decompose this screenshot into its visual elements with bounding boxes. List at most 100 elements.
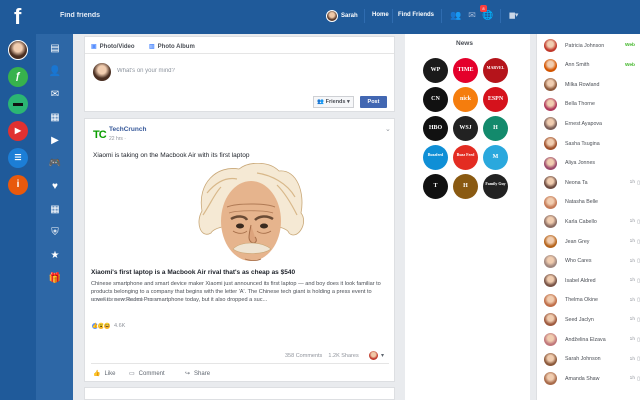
avatar: [93, 63, 111, 81]
video-icon[interactable]: ▶: [48, 134, 62, 148]
chat-contact[interactable]: Ernest Ayapova: [537, 114, 640, 133]
top-bar: f Sarah Home Find Friends 👥 ✉ 🌐 8 ▆▾: [0, 0, 640, 34]
engagement-counts: 358 Comments 1.2K Shares: [285, 353, 359, 359]
post-text: Xiaomi is taking on the Macbook Air with…: [93, 152, 250, 159]
chat-contact[interactable]: Patricia Johnson Web: [537, 36, 640, 55]
presence-status: 1h: [629, 180, 635, 186]
chat-contact[interactable]: Karla Cabello 1h ▯: [537, 212, 640, 231]
avatar: [544, 352, 557, 366]
presence-status: 1h: [629, 376, 635, 382]
messages-icon[interactable]: ✉: [466, 10, 478, 21]
home-link[interactable]: Home: [372, 12, 389, 18]
star-icon[interactable]: ★: [48, 249, 62, 263]
avatar[interactable]: [369, 351, 378, 360]
share-button[interactable]: ↪ Share: [185, 370, 211, 378]
chat-contact[interactable]: Thelma Okine 1h ▯: [537, 291, 640, 310]
share-label: Share: [194, 370, 211, 377]
chat-contact[interactable]: Sarah Johnson 1h ▯: [537, 350, 640, 369]
avatar: [544, 78, 557, 92]
chat-contact[interactable]: Bella Thorne: [537, 95, 640, 114]
news-source-logo[interactable]: ESPN: [483, 87, 508, 112]
link-preview-image[interactable]: Xiaomi's first laptop is a Macbook Air r…: [85, 163, 394, 303]
chat-contact[interactable]: Ann Smith Web: [537, 56, 640, 75]
post-options-chevron-icon[interactable]: ⌄: [385, 125, 391, 133]
haha-reaction-icon: 😆: [103, 322, 111, 330]
news-source-logo[interactable]: TIME: [453, 58, 478, 83]
chat-contact[interactable]: Aliya Jonnes: [537, 154, 640, 173]
profile-link[interactable]: Sarah: [326, 9, 358, 23]
link-domain: SOCIAL.TECHCRUNCH.COM: [91, 297, 159, 302]
share-count[interactable]: 1.2K Shares: [328, 353, 358, 359]
chat-contact[interactable]: Who Cares 1h ▯: [537, 252, 640, 271]
news-source-logo[interactable]: Buzz Feed: [453, 145, 478, 170]
find-friends-link[interactable]: Find Friends: [398, 12, 434, 18]
tab-label: Photo/Video: [99, 43, 135, 50]
news-feed-icon[interactable]: ▤: [48, 42, 62, 56]
album-icon: ▥: [149, 44, 155, 50]
comment-icon: ▭: [129, 371, 135, 377]
favorites-icon[interactable]: ♥: [48, 180, 62, 194]
news-source-logo[interactable]: WSJ: [453, 116, 478, 141]
news-source-logo[interactable]: H: [453, 174, 478, 199]
chat-contact[interactable]: Amanda Shaw 1h ▯: [537, 369, 640, 388]
chat-contact[interactable]: Natasha Belle: [537, 193, 640, 212]
feed-post: TC TechCrunch 22 hrs · ⌄ Xiaomi is takin…: [84, 118, 395, 382]
chat-contact[interactable]: Andželina Elzava 1h ▯: [537, 330, 640, 349]
post-author[interactable]: TechCrunch: [109, 126, 146, 133]
presence-status: 1h: [629, 317, 635, 323]
facebook-logo[interactable]: f: [14, 2, 40, 32]
calendar-icon[interactable]: ▦: [48, 203, 62, 217]
tab-photo-video[interactable]: ▣ Photo/Video: [91, 43, 135, 51]
post-button[interactable]: Post: [360, 96, 387, 108]
comment-count[interactable]: 358 Comments: [285, 353, 322, 359]
friend-requests-icon[interactable]: 👥: [450, 10, 462, 21]
reaction-count: 4.6K: [114, 323, 126, 329]
chat-contact[interactable]: Neona Ta 1h ▯: [537, 173, 640, 192]
tab-photo-album[interactable]: ▥ Photo Album: [149, 43, 195, 51]
news-source-logo[interactable]: nick: [453, 87, 478, 112]
chevron-down-icon[interactable]: ▾: [381, 352, 384, 359]
link-title[interactable]: Xiaomi's first laptop is a Macbook Air r…: [91, 269, 295, 276]
avatar: [544, 372, 557, 386]
chat-contact[interactable]: Sasha Tsugina: [537, 134, 640, 153]
profile-avatar-button[interactable]: [8, 40, 28, 60]
like-button[interactable]: 👍 Like: [93, 370, 116, 378]
avatar: [544, 137, 557, 150]
chat-contact[interactable]: Milka Rowland: [537, 75, 640, 94]
reaction-summary[interactable]: 👍 😮 😆 4.6K: [91, 321, 125, 331]
news-source-logo[interactable]: M: [483, 145, 508, 170]
news-source-logo[interactable]: WP: [423, 58, 448, 83]
post-timestamp[interactable]: 22 hrs ·: [109, 136, 126, 142]
comment-button[interactable]: ▭ Comment: [129, 370, 165, 378]
search-input[interactable]: [54, 8, 284, 24]
news-source-logo[interactable]: CN: [423, 87, 448, 112]
divider: [500, 9, 501, 23]
shield-icon[interactable]: ⛨: [48, 226, 62, 240]
audience-selector[interactable]: 👥 Friends ▾: [313, 96, 354, 108]
chat-contact[interactable]: Seed Jaclyn 1h ▯: [537, 310, 640, 329]
news-source-logo[interactable]: HBO: [423, 116, 448, 141]
news-source-logo[interactable]: MARVEL: [483, 58, 508, 83]
photos-icon[interactable]: ▦: [48, 111, 62, 125]
youtube-play-icon[interactable]: ▶: [8, 121, 28, 141]
settings-menu-icon[interactable]: ▆▾: [508, 10, 520, 21]
like-label: Like: [104, 370, 116, 377]
friends-icon: 👥: [317, 99, 326, 105]
news-source-logo[interactable]: T: [423, 174, 448, 199]
news-source-logo[interactable]: Buzzfeed: [423, 145, 448, 170]
news-source-logo[interactable]: H: [483, 116, 508, 141]
news-source-logo[interactable]: Family Guy: [483, 174, 508, 199]
games-icon[interactable]: 🎮: [48, 157, 62, 171]
sunglasses-icon[interactable]: ▬: [8, 94, 28, 114]
messages-icon[interactable]: ✉: [48, 88, 62, 102]
presence-status: 1h: [629, 219, 635, 225]
chat-contact[interactable]: Isabel Aldred 1h ▯: [537, 271, 640, 290]
friends-icon[interactable]: 👤: [48, 65, 62, 79]
status-input[interactable]: [117, 68, 377, 74]
chat-contact[interactable]: Jean Grey 1h ▯: [537, 232, 640, 251]
list-icon[interactable]: ☰: [8, 148, 28, 168]
info-icon[interactable]: i: [8, 175, 28, 195]
techcrunch-logo[interactable]: TC: [93, 128, 109, 142]
feedly-icon[interactable]: ƒ: [8, 67, 28, 87]
gift-icon[interactable]: 🎁: [48, 272, 62, 286]
